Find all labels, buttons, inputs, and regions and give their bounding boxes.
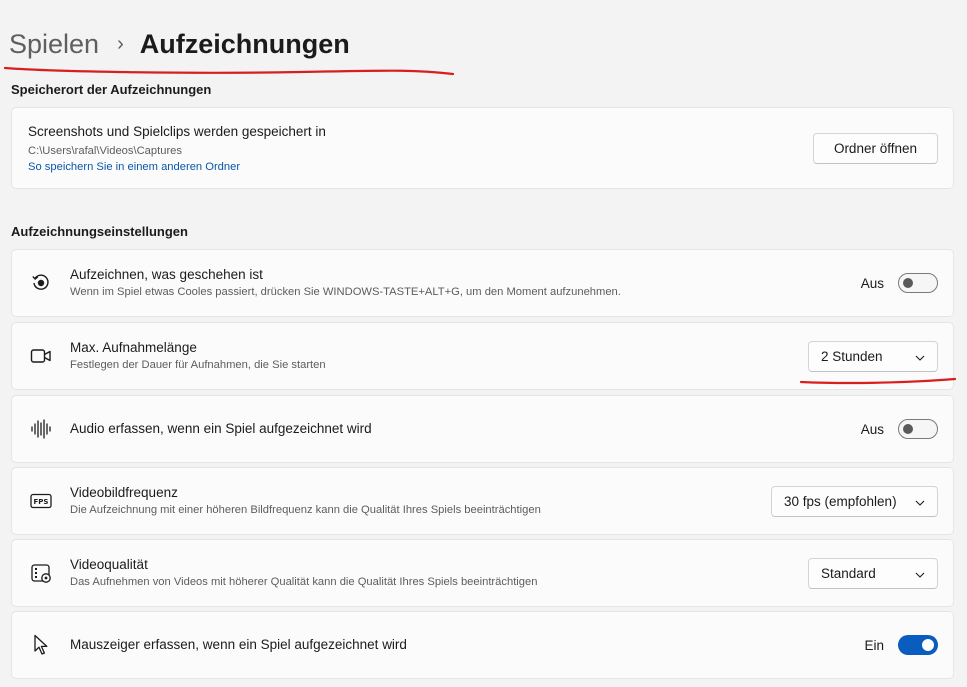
- framerate-dropdown[interactable]: 30 fps (empfohlen): [771, 485, 938, 517]
- breadcrumb: Spielen › Aufzeichnungen: [9, 24, 350, 64]
- fps-icon-text: FPS: [34, 498, 49, 506]
- fps-icon: FPS: [12, 493, 70, 509]
- dropdown-value: Standard: [821, 565, 876, 581]
- section-title-settings: Aufzeichnungseinstellungen: [11, 224, 188, 239]
- chevron-down-icon: [915, 494, 925, 509]
- mouse-pointer-icon: [12, 634, 70, 656]
- setting-description: Wenn im Spiel etwas Cooles passiert, drü…: [70, 286, 621, 298]
- section-title-storage: Speicherort der Aufzeichnungen: [11, 82, 212, 97]
- video-quality-icon: [12, 562, 70, 584]
- audio-wave-icon: [12, 419, 70, 439]
- setting-title: Mauszeiger erfassen, wenn ein Spiel aufg…: [70, 637, 407, 652]
- storage-card: Screenshots und Spielclips werden gespei…: [11, 107, 954, 189]
- breadcrumb-parent[interactable]: Spielen: [9, 29, 99, 60]
- dropdown-value: 2 Stunden: [821, 348, 883, 364]
- setting-audio: Audio erfassen, wenn ein Spiel aufgezeic…: [11, 395, 954, 463]
- chevron-down-icon: [915, 349, 925, 364]
- storage-path: C:\Users\rafal\Videos\Captures: [28, 145, 182, 157]
- setting-description: Festlegen der Dauer für Aufnahmen, die S…: [70, 359, 326, 371]
- setting-title: Videobildfrequenz: [70, 485, 178, 500]
- toggle-state-label: Aus: [860, 275, 884, 291]
- breadcrumb-separator: ›: [117, 32, 124, 55]
- video-camera-icon: [12, 347, 70, 365]
- mouse-cursor-toggle[interactable]: [898, 635, 938, 655]
- setting-framerate: FPS Videobildfrequenz Die Aufzeichnung m…: [11, 467, 954, 535]
- video-quality-dropdown[interactable]: Standard: [808, 557, 938, 589]
- setting-max-length: Max. Aufnahmelänge Festlegen der Dauer f…: [11, 322, 954, 390]
- setting-video-quality: Videoqualität Das Aufnehmen von Videos m…: [11, 539, 954, 607]
- page-title: Aufzeichnungen: [139, 28, 350, 59]
- setting-title: Videoqualität: [70, 557, 148, 572]
- setting-description: Das Aufnehmen von Videos mit höherer Qua…: [70, 576, 538, 588]
- max-length-dropdown[interactable]: 2 Stunden: [808, 340, 938, 372]
- setting-title: Max. Aufnahmelänge: [70, 340, 197, 355]
- record-history-icon: [12, 273, 70, 293]
- change-folder-link[interactable]: So speichern Sie in einem anderen Ordner: [28, 161, 813, 173]
- setting-title: Audio erfassen, wenn ein Spiel aufgezeic…: [70, 421, 372, 436]
- toggle-state-label: Ein: [864, 637, 884, 653]
- open-folder-button[interactable]: Ordner öffnen: [812, 132, 938, 164]
- setting-title: Aufzeichnen, was geschehen ist: [70, 267, 263, 282]
- record-what-happened-toggle[interactable]: [898, 273, 938, 293]
- dropdown-value: 30 fps (empfohlen): [784, 493, 897, 509]
- chevron-down-icon: [915, 566, 925, 581]
- storage-title: Screenshots und Spielclips werden gespei…: [28, 124, 326, 139]
- toggle-state-label: Aus: [860, 421, 884, 437]
- setting-record-what-happened: Aufzeichnen, was geschehen ist Wenn im S…: [11, 249, 954, 317]
- setting-description: Die Aufzeichnung mit einer höheren Bildf…: [70, 504, 541, 516]
- audio-toggle[interactable]: [898, 419, 938, 439]
- setting-mouse-cursor: Mauszeiger erfassen, wenn ein Spiel aufg…: [11, 611, 954, 679]
